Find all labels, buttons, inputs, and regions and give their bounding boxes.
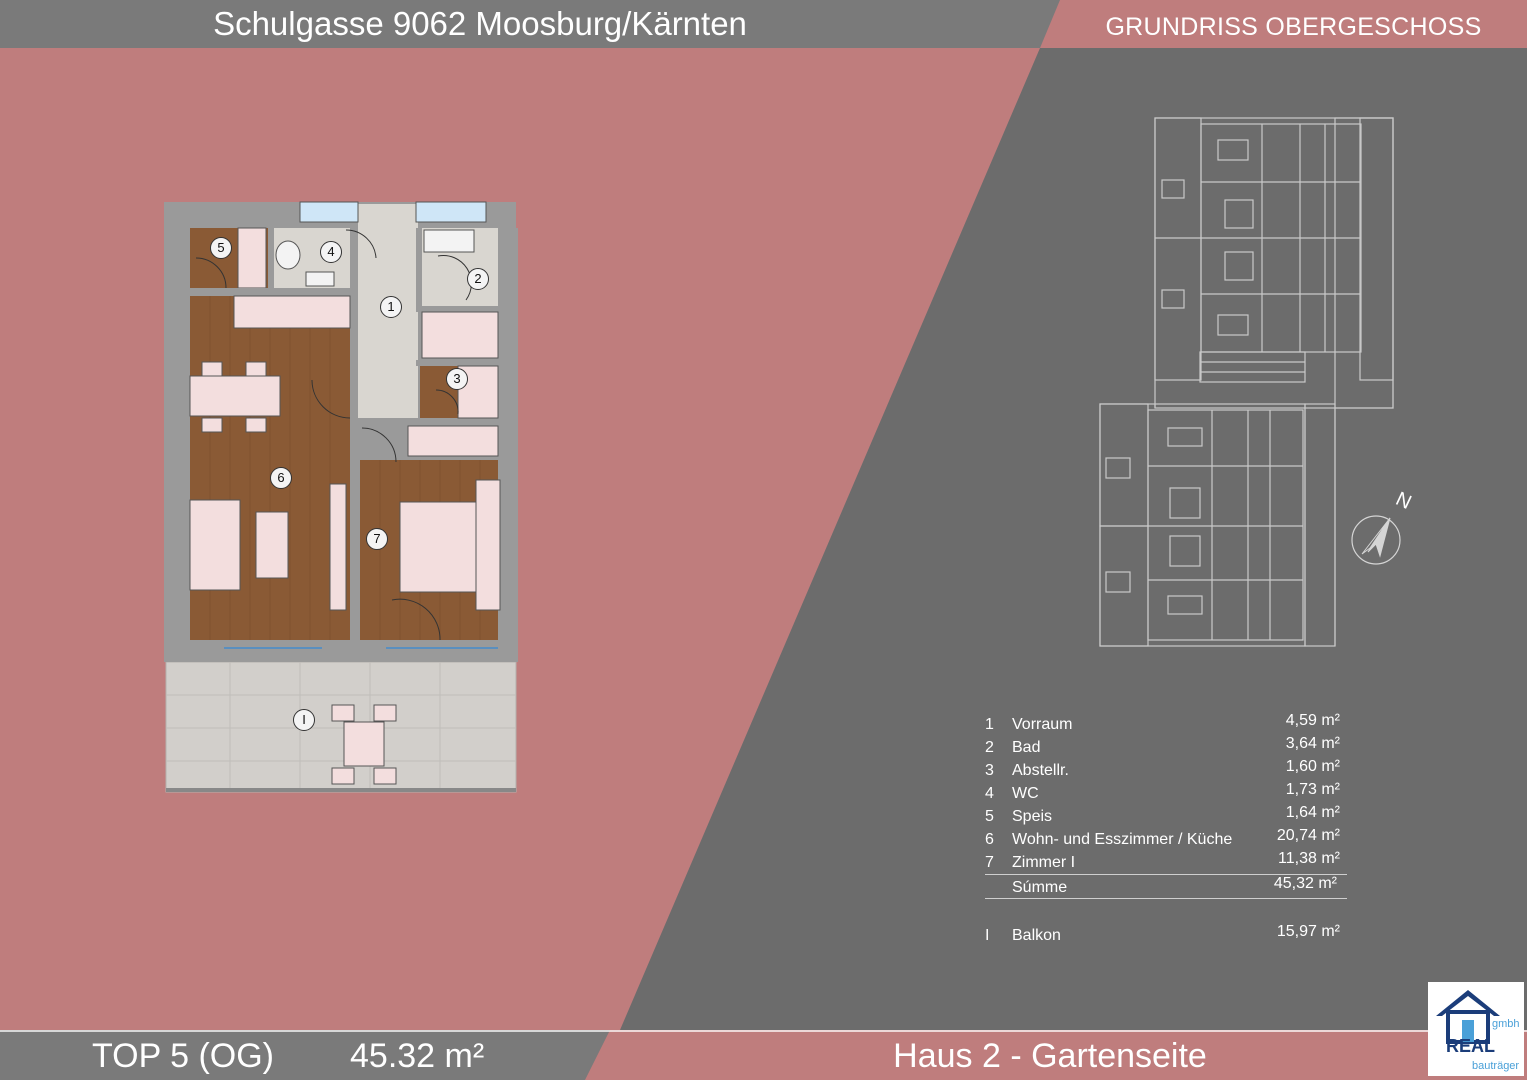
room-name: Wohn- und Esszimmer / Küche — [1012, 831, 1233, 848]
room-row: 2 Bad 3,64 m² — [985, 735, 1350, 758]
room-area-table: 1 Vorraum 4,59 m² 2 Bad 3,64 m² 3 Abstel… — [985, 712, 1350, 946]
room-area: 3,64 m² — [1285, 735, 1340, 752]
coffee-table — [255, 511, 289, 579]
hall-wardrobe — [421, 311, 499, 359]
kitchen-counter — [233, 295, 351, 329]
room-number: 4 — [985, 785, 994, 802]
room-name: Bad — [1012, 739, 1041, 756]
room-name: Abstellr. — [1012, 762, 1069, 779]
room-name: Zimmer I — [1012, 854, 1076, 871]
house-label: Haus 2 - Gartenseite — [893, 1037, 1207, 1075]
room-number: 5 — [985, 808, 994, 825]
sum-row: Súmme 45,32 m² — [985, 874, 1347, 899]
logo-brand: REAL — [1446, 1036, 1495, 1056]
compass — [1351, 515, 1401, 565]
plan-label-5: 5 — [210, 237, 232, 259]
room-area: 20,74 m² — [1276, 827, 1340, 844]
room-number: 7 — [985, 854, 994, 871]
room-name: Speis — [1012, 808, 1053, 825]
sum-label: Súmme — [1012, 879, 1068, 896]
room-row: 3 Abstellr. 1,60 m² — [985, 758, 1350, 781]
company-logo: gmbh REAL bauträger — [1428, 982, 1524, 1076]
overview-plan — [1099, 117, 1394, 647]
room-number: 6 — [985, 831, 994, 848]
toilet — [275, 240, 301, 270]
unit-label: TOP 5 (OG) — [92, 1037, 275, 1075]
room-number: 3 — [985, 762, 994, 779]
logo-suffix: gmbh — [1492, 1018, 1520, 1030]
window-wc — [299, 201, 359, 223]
plan-label-4: 4 — [320, 241, 342, 263]
floor-plan — [164, 201, 518, 793]
address-title: Schulgasse 9062 Moosburg/Kärnten — [213, 5, 747, 42]
rose-panel — [0, 48, 1040, 1030]
room-name: Vorraum — [1012, 716, 1073, 733]
balcony-row: I Balkon 15,97 m² — [985, 923, 1350, 946]
plan-label-balcony: I — [293, 709, 315, 731]
room-row: 1 Vorraum 4,59 m² — [985, 712, 1350, 735]
sum-area: 45,32 m² — [1273, 875, 1337, 892]
bed — [399, 501, 477, 593]
balcony-name: Balkon — [1012, 927, 1061, 944]
room-number: 1 — [985, 716, 994, 733]
room-row: 5 Speis 1,64 m² — [985, 804, 1350, 827]
balcony-number: I — [985, 927, 990, 944]
room-number: 2 — [985, 739, 994, 756]
room-area: 1,64 m² — [1285, 804, 1340, 821]
plan-title: GRUNDRISS OBERGESCHOSS — [1105, 13, 1482, 41]
plan-label-6: 6 — [270, 467, 292, 489]
plan-label-7: 7 — [366, 528, 388, 550]
tv-board — [329, 483, 347, 611]
window-bath — [415, 201, 487, 223]
sofa — [189, 499, 241, 591]
plan-label-3: 3 — [446, 368, 468, 390]
plan-label-2: 2 — [467, 268, 489, 290]
logo-sub: bauträger — [1472, 1060, 1520, 1072]
dining-table — [189, 375, 281, 417]
room-row: 4 WC 1,73 m² — [985, 781, 1350, 804]
washbasin — [423, 229, 475, 253]
unit-area: 45.32 m² — [350, 1037, 485, 1075]
balcony-area: 15,97 m² — [1276, 923, 1340, 940]
room-area: 1,60 m² — [1285, 758, 1340, 775]
wardrobe — [407, 425, 499, 457]
room-name: WC — [1012, 785, 1039, 802]
room-area: 1,73 m² — [1285, 781, 1340, 798]
room-area: 4,59 m² — [1285, 712, 1340, 729]
room-area: 11,38 m² — [1278, 850, 1340, 867]
plan-label-1: 1 — [380, 296, 402, 318]
pantry-shelf — [237, 227, 267, 289]
balcony-table — [343, 721, 385, 767]
room-row: 7 Zimmer I 11,38 m² — [985, 850, 1350, 873]
room-row: 6 Wohn- und Esszimmer / Küche 20,74 m² — [985, 827, 1350, 850]
